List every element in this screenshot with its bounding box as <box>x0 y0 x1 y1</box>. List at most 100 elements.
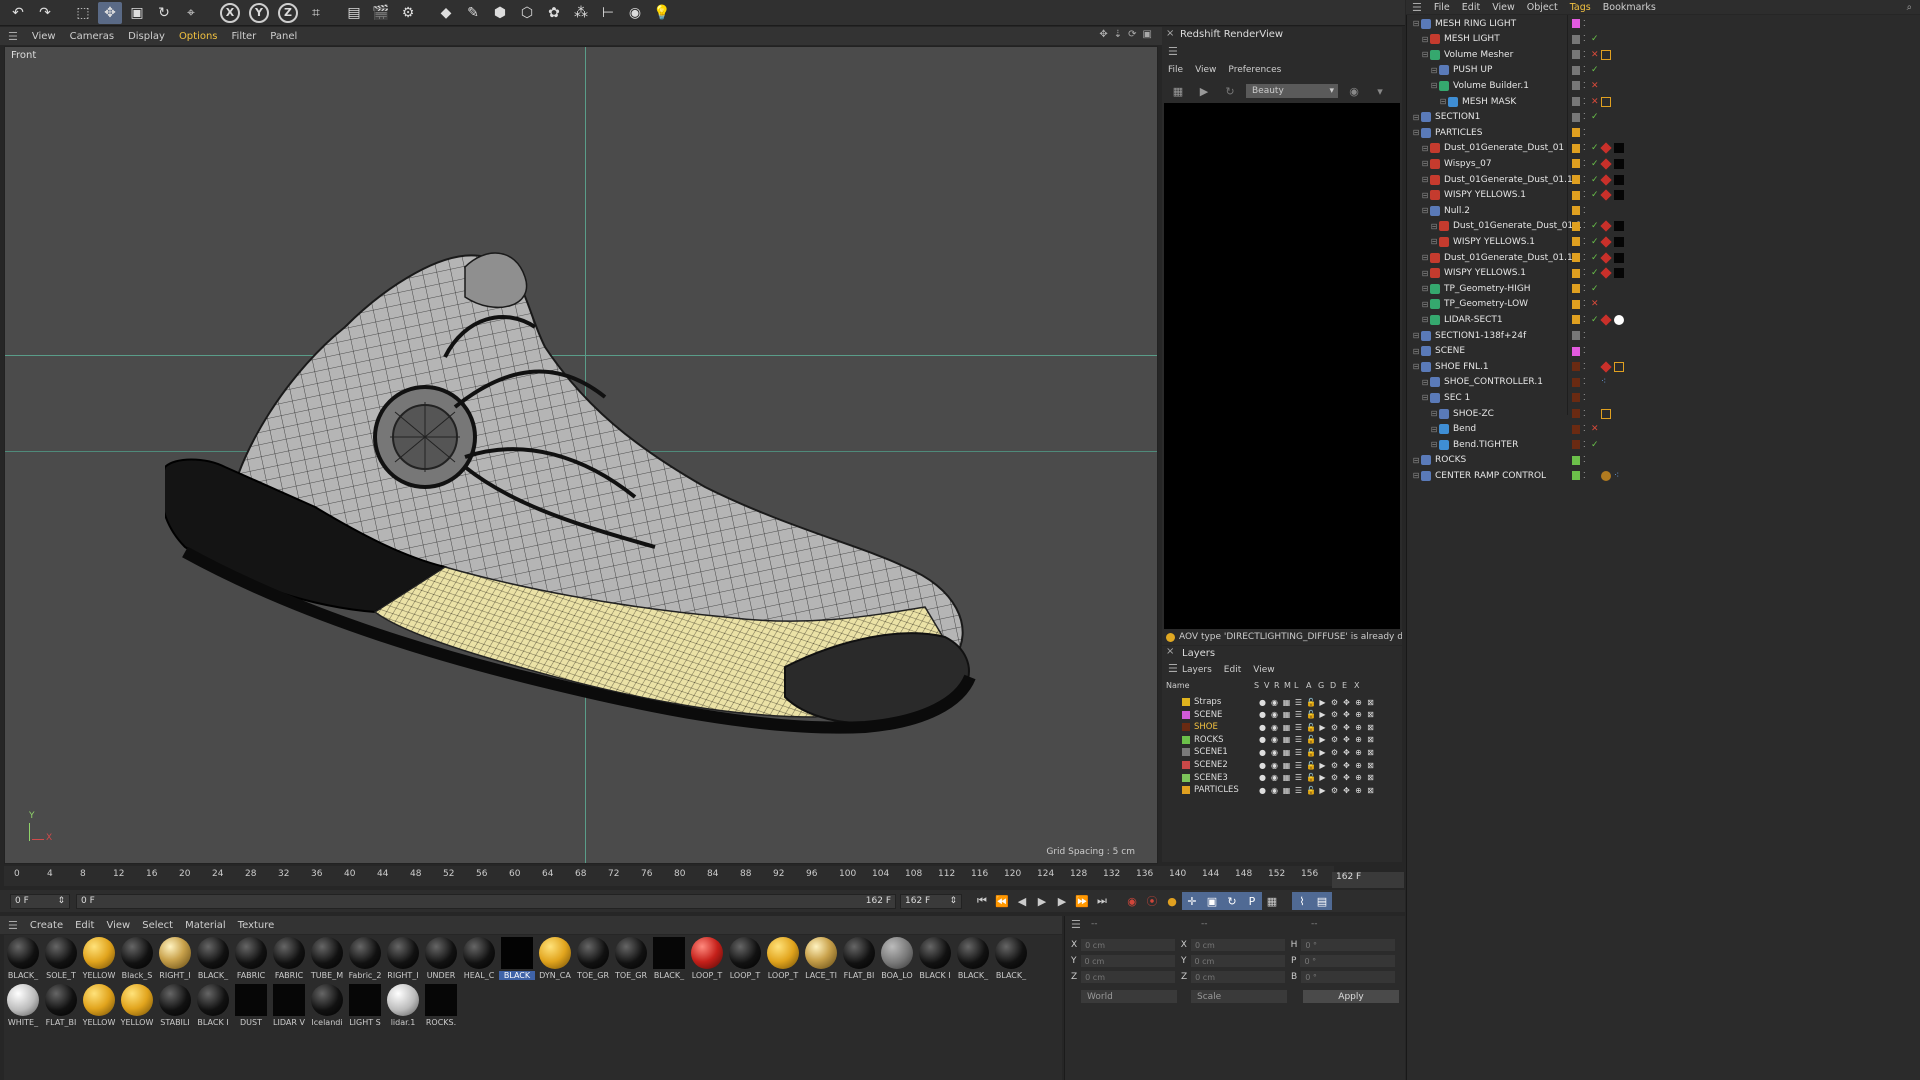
key-parameter-icon[interactable]: P <box>1242 892 1262 910</box>
texture-tag-icon[interactable] <box>1614 143 1624 154</box>
material-swatch[interactable]: YELLOW <box>82 937 116 980</box>
tree-expand-icon[interactable]: ⊟ <box>1420 378 1430 387</box>
generator-icon[interactable]: ⚙ <box>1330 748 1339 757</box>
mograph-icon[interactable]: ⁂ <box>569 2 593 24</box>
expression-icon[interactable]: ⊕ <box>1354 748 1363 757</box>
tree-expand-icon[interactable]: ⊟ <box>1420 393 1430 402</box>
disabled-x-icon[interactable]: ✕ <box>1591 81 1599 91</box>
lock-icon[interactable]: 🔓 <box>1306 698 1316 707</box>
display-tag-icon[interactable] <box>1614 314 1624 325</box>
material-swatch[interactable]: STABILI <box>158 984 192 1027</box>
layer-color-swatch[interactable] <box>1182 786 1190 795</box>
layer-color-chip[interactable] <box>1572 268 1580 278</box>
generator-icon[interactable]: ⚙ <box>1330 698 1339 707</box>
enabled-check-icon[interactable]: ✓ <box>1591 253 1599 263</box>
visibility-dots-icon[interactable]: ⁚ <box>1583 113 1586 121</box>
om-menu-object[interactable]: Object <box>1527 2 1558 13</box>
enabled-check-icon[interactable]: ✓ <box>1591 190 1599 200</box>
material-swatch[interactable]: BLACK I <box>918 937 952 980</box>
disabled-x-icon[interactable]: ✕ <box>1591 50 1599 60</box>
tree-expand-icon[interactable]: ⊟ <box>1420 175 1430 184</box>
material-swatch[interactable]: DUST <box>234 984 268 1027</box>
texture-tag-icon[interactable] <box>1614 236 1624 247</box>
animation-icon[interactable]: ▶ <box>1318 710 1327 719</box>
layer-column-l[interactable]: L <box>1294 681 1298 690</box>
material-swatch[interactable]: BLACK_ <box>652 937 686 980</box>
record-active-icon[interactable]: ◉ <box>1122 892 1142 910</box>
tree-expand-icon[interactable]: ⊟ <box>1420 159 1430 168</box>
material-tag-icon[interactable] <box>1600 361 1612 373</box>
menu-icon[interactable]: ☰ <box>1071 918 1081 931</box>
eye-icon[interactable]: ◉ <box>1270 698 1279 707</box>
eye-icon[interactable]: ◉ <box>1270 761 1279 770</box>
object-row[interactable]: ⊟ WISPY YELLOWS.1 ⁚ ✓ <box>1407 266 1920 281</box>
disabled-x-icon[interactable]: ✕ <box>1591 299 1599 309</box>
visibility-dots-icon[interactable]: ⁚ <box>1583 35 1586 43</box>
material-tag-icon[interactable] <box>1600 236 1612 248</box>
current-frame-field[interactable]: 0 F ⇕ <box>10 893 70 909</box>
animation-icon[interactable]: ▶ <box>1318 786 1327 795</box>
generator-icon[interactable]: ⚙ <box>1330 710 1339 719</box>
object-row[interactable]: ⊟ Volume Mesher ⁚ ✕ <box>1407 47 1920 62</box>
texture-tag-icon[interactable] <box>1614 221 1624 232</box>
rotate-icon[interactable]: ↻ <box>152 2 176 24</box>
object-row[interactable]: ⊟ SHOE FNL.1 ⁚ <box>1407 359 1920 374</box>
visibility-dots-icon[interactable]: ⁚ <box>1583 237 1586 246</box>
scale-icon[interactable]: ▣ <box>125 2 149 24</box>
layer-color-chip[interactable] <box>1572 455 1580 465</box>
goto-end-icon[interactable]: ⏭ <box>1092 892 1112 910</box>
layer-color-chip[interactable] <box>1572 409 1580 418</box>
expression-icon[interactable]: ⊕ <box>1354 710 1363 719</box>
material-swatch[interactable]: TOE_GR <box>614 937 648 980</box>
tree-expand-icon[interactable]: ⊟ <box>1429 440 1439 449</box>
material-swatch[interactable]: YELLOW <box>82 984 116 1027</box>
tree-expand-icon[interactable]: ⊟ <box>1429 409 1439 418</box>
layer-row[interactable]: SCENE2 ● ◉ ▦ ☰ 🔓 ▶ ⚙ ✥ ⊕ ⊠ <box>1166 759 1398 771</box>
interpolation-icon[interactable]: ⌇ <box>1292 892 1312 910</box>
layer-column-a[interactable]: A <box>1306 681 1311 690</box>
material-menu-edit[interactable]: Edit <box>75 920 94 931</box>
viewport-menu-filter[interactable]: Filter <box>232 31 257 42</box>
xpresso-tag-icon[interactable] <box>1601 96 1611 107</box>
size-y-field[interactable]: 0 cm <box>1190 955 1286 967</box>
prev-key-icon[interactable]: ⏪ <box>992 892 1012 910</box>
xpresso-tag-icon[interactable] <box>1601 408 1611 419</box>
tree-expand-icon[interactable]: ⊟ <box>1420 315 1430 324</box>
xref-icon[interactable]: ⊠ <box>1366 698 1375 707</box>
deformer-icon[interactable]: ✥ <box>1342 698 1351 707</box>
visibility-dots-icon[interactable]: ⁚ <box>1583 81 1586 90</box>
solo-icon[interactable]: ● <box>1258 710 1267 719</box>
generator-icon[interactable]: ⚙ <box>1330 773 1339 782</box>
tree-expand-icon[interactable]: ⊟ <box>1411 456 1421 465</box>
expression-icon[interactable]: ⊕ <box>1354 761 1363 770</box>
object-row[interactable]: ⊟ MESH MASK ⁚ ✕ <box>1407 94 1920 109</box>
solo-icon[interactable]: ● <box>1258 723 1267 732</box>
layer-color-chip[interactable] <box>1572 315 1580 325</box>
key-pla-icon[interactable]: ▦ <box>1262 892 1282 910</box>
layer-color-chip[interactable] <box>1572 346 1580 356</box>
field-icon[interactable]: ⊢ <box>596 2 620 24</box>
manager-icon[interactable]: ☰ <box>1294 698 1303 707</box>
layer-column-r[interactable]: R <box>1274 681 1280 690</box>
start-render-icon[interactable]: ▶ <box>1194 82 1214 100</box>
disabled-x-icon[interactable]: ✕ <box>1591 97 1599 107</box>
tree-expand-icon[interactable]: ⊟ <box>1411 347 1421 356</box>
material-tag-icon[interactable] <box>1600 142 1612 154</box>
deformer-icon[interactable]: ✥ <box>1342 761 1351 770</box>
object-row[interactable]: ⊟ WISPY YELLOWS.1 ⁚ ✓ <box>1407 234 1920 249</box>
render-icon[interactable]: ▦ <box>1282 710 1291 719</box>
object-row[interactable]: ⊟ SCENE ⁚ <box>1407 344 1920 359</box>
deformer-icon[interactable]: ✥ <box>1342 723 1351 732</box>
eye-icon[interactable]: ◉ <box>1270 748 1279 757</box>
material-swatch[interactable]: UNDER <box>424 937 458 980</box>
object-row[interactable]: ⊟ SEC 1 ⁚ <box>1407 390 1920 405</box>
object-row[interactable]: ⊟ CENTER RAMP CONTROL ⁚ ⁖ <box>1407 468 1920 483</box>
rgb-channel-icon[interactable]: ◉ <box>1344 82 1364 100</box>
texture-tag-icon[interactable] <box>1614 158 1624 169</box>
visibility-dots-icon[interactable]: ⁚ <box>1583 175 1586 184</box>
layer-color-chip[interactable] <box>1572 471 1580 481</box>
material-swatch[interactable]: FABRIC <box>272 937 306 980</box>
lock-icon[interactable]: 🔓 <box>1306 735 1316 744</box>
eye-icon[interactable]: ◉ <box>1270 710 1279 719</box>
viewport-front[interactable]: Front Y X Grid Spacing: 5 cm <box>4 46 1158 864</box>
